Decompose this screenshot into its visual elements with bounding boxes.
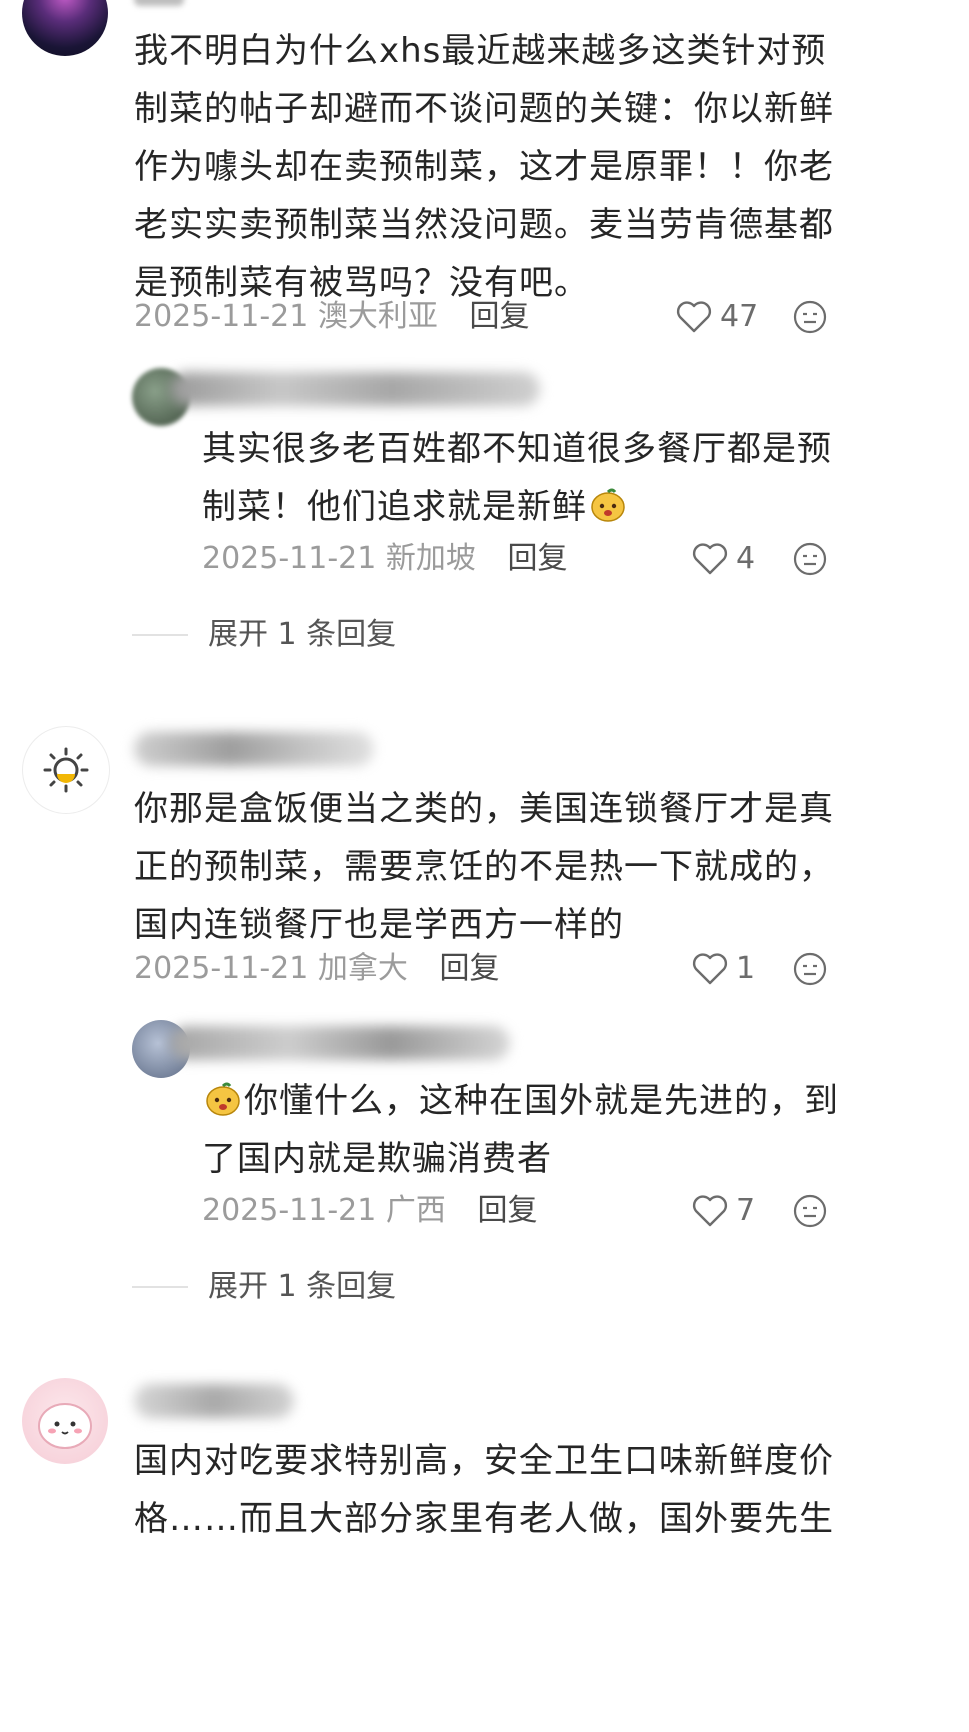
avatar-commenter-1[interactable] <box>22 0 108 56</box>
heart-icon <box>692 543 728 575</box>
comment-2-reply-button[interactable]: 回复 <box>439 951 499 986</box>
expand-replies-1-label: 展开 1 条回复 <box>208 617 397 652</box>
mango-emoji-icon <box>591 488 625 522</box>
sun-avatar-icon <box>43 747 89 793</box>
reply-2-date: 2025-11-21 <box>202 1193 377 1228</box>
reply-1-location: 新加坡 <box>385 541 476 576</box>
more-emoji-icon[interactable] <box>793 542 827 576</box>
comment-1-text: 我不明白为什么xhs最近越来越多这类针对预制菜的帖子却避而不谈问题的关键：你以新… <box>134 31 834 303</box>
comment-2-like-count: 1 <box>736 951 756 986</box>
expand-replies-2-label: 展开 1 条回复 <box>208 1269 397 1304</box>
divider-line <box>132 634 188 636</box>
comment-1-like-count: 47 <box>720 299 759 334</box>
comment-3-text: 国内对吃要求特别高，安全卫生口味新鲜度价格……而且大部分家里有老人做，国外要先生… <box>134 1441 834 1539</box>
comment-2-meta: 2025-11-21 加拿大 回复 <box>134 949 499 989</box>
reply-2-meta: 2025-11-21 广西 回复 <box>202 1191 537 1231</box>
comment-2-like-button[interactable]: 1 <box>692 949 755 989</box>
bottom-edge <box>0 1545 969 1732</box>
reply-1-text: 其实很多老百姓都不知道很多餐厅都是预制菜！他们追求就是新鲜 <box>202 429 832 527</box>
reply-2-reply-button[interactable]: 回复 <box>477 1193 537 1228</box>
username-3-blurred <box>134 1384 294 1418</box>
heart-icon <box>692 953 728 985</box>
comment-2-location: 加拿大 <box>317 951 408 986</box>
avatar-commenter-3[interactable] <box>22 1378 108 1464</box>
comment-1-like-button[interactable]: 47 <box>676 297 758 337</box>
username-reply-2-blurred <box>170 1026 510 1060</box>
expand-replies-1[interactable]: 展开 1 条回复 <box>132 615 396 655</box>
reply-2-text: 你懂什么，这种在国外就是先进的，到了国内就是欺骗消费者 <box>202 1081 839 1179</box>
reply-2-like-count: 7 <box>736 1193 756 1228</box>
username-reply-1-blurred <box>170 372 540 406</box>
expand-replies-2[interactable]: 展开 1 条回复 <box>132 1267 396 1307</box>
reply-1-like-count: 4 <box>736 541 756 576</box>
reply-1-meta: 2025-11-21 新加坡 回复 <box>202 539 567 579</box>
username-2-blurred <box>134 732 374 766</box>
avatar-commenter-2[interactable] <box>22 726 110 814</box>
heart-icon <box>676 301 712 333</box>
comment-1-location: 澳大利亚 <box>317 299 438 334</box>
more-emoji-icon[interactable] <box>793 300 827 334</box>
reply-1-like-button[interactable]: 4 <box>692 539 755 579</box>
reply-2-location: 广西 <box>385 1193 446 1228</box>
reply-2-like-button[interactable]: 7 <box>692 1191 755 1231</box>
reply-1-reply-button[interactable]: 回复 <box>507 541 567 576</box>
more-emoji-icon[interactable] <box>793 1194 827 1228</box>
username-1-partial <box>134 0 184 6</box>
comment-2-date: 2025-11-21 <box>134 951 309 986</box>
cartoon-avatar-icon <box>38 1403 92 1449</box>
heart-icon <box>692 1195 728 1227</box>
more-emoji-icon[interactable] <box>793 952 827 986</box>
comment-2-text: 你那是盒饭便当之类的，美国连锁餐厅才是真正的预制菜，需要烹饪的不是热一下就成的，… <box>134 789 834 945</box>
comment-1-reply-button[interactable]: 回复 <box>469 299 529 334</box>
comment-1-date: 2025-11-21 <box>134 299 309 334</box>
comment-1-meta: 2025-11-21 澳大利亚 回复 <box>134 297 529 337</box>
reply-1-date: 2025-11-21 <box>202 541 377 576</box>
mango-emoji-icon <box>206 1082 240 1116</box>
divider-line <box>132 1286 188 1288</box>
